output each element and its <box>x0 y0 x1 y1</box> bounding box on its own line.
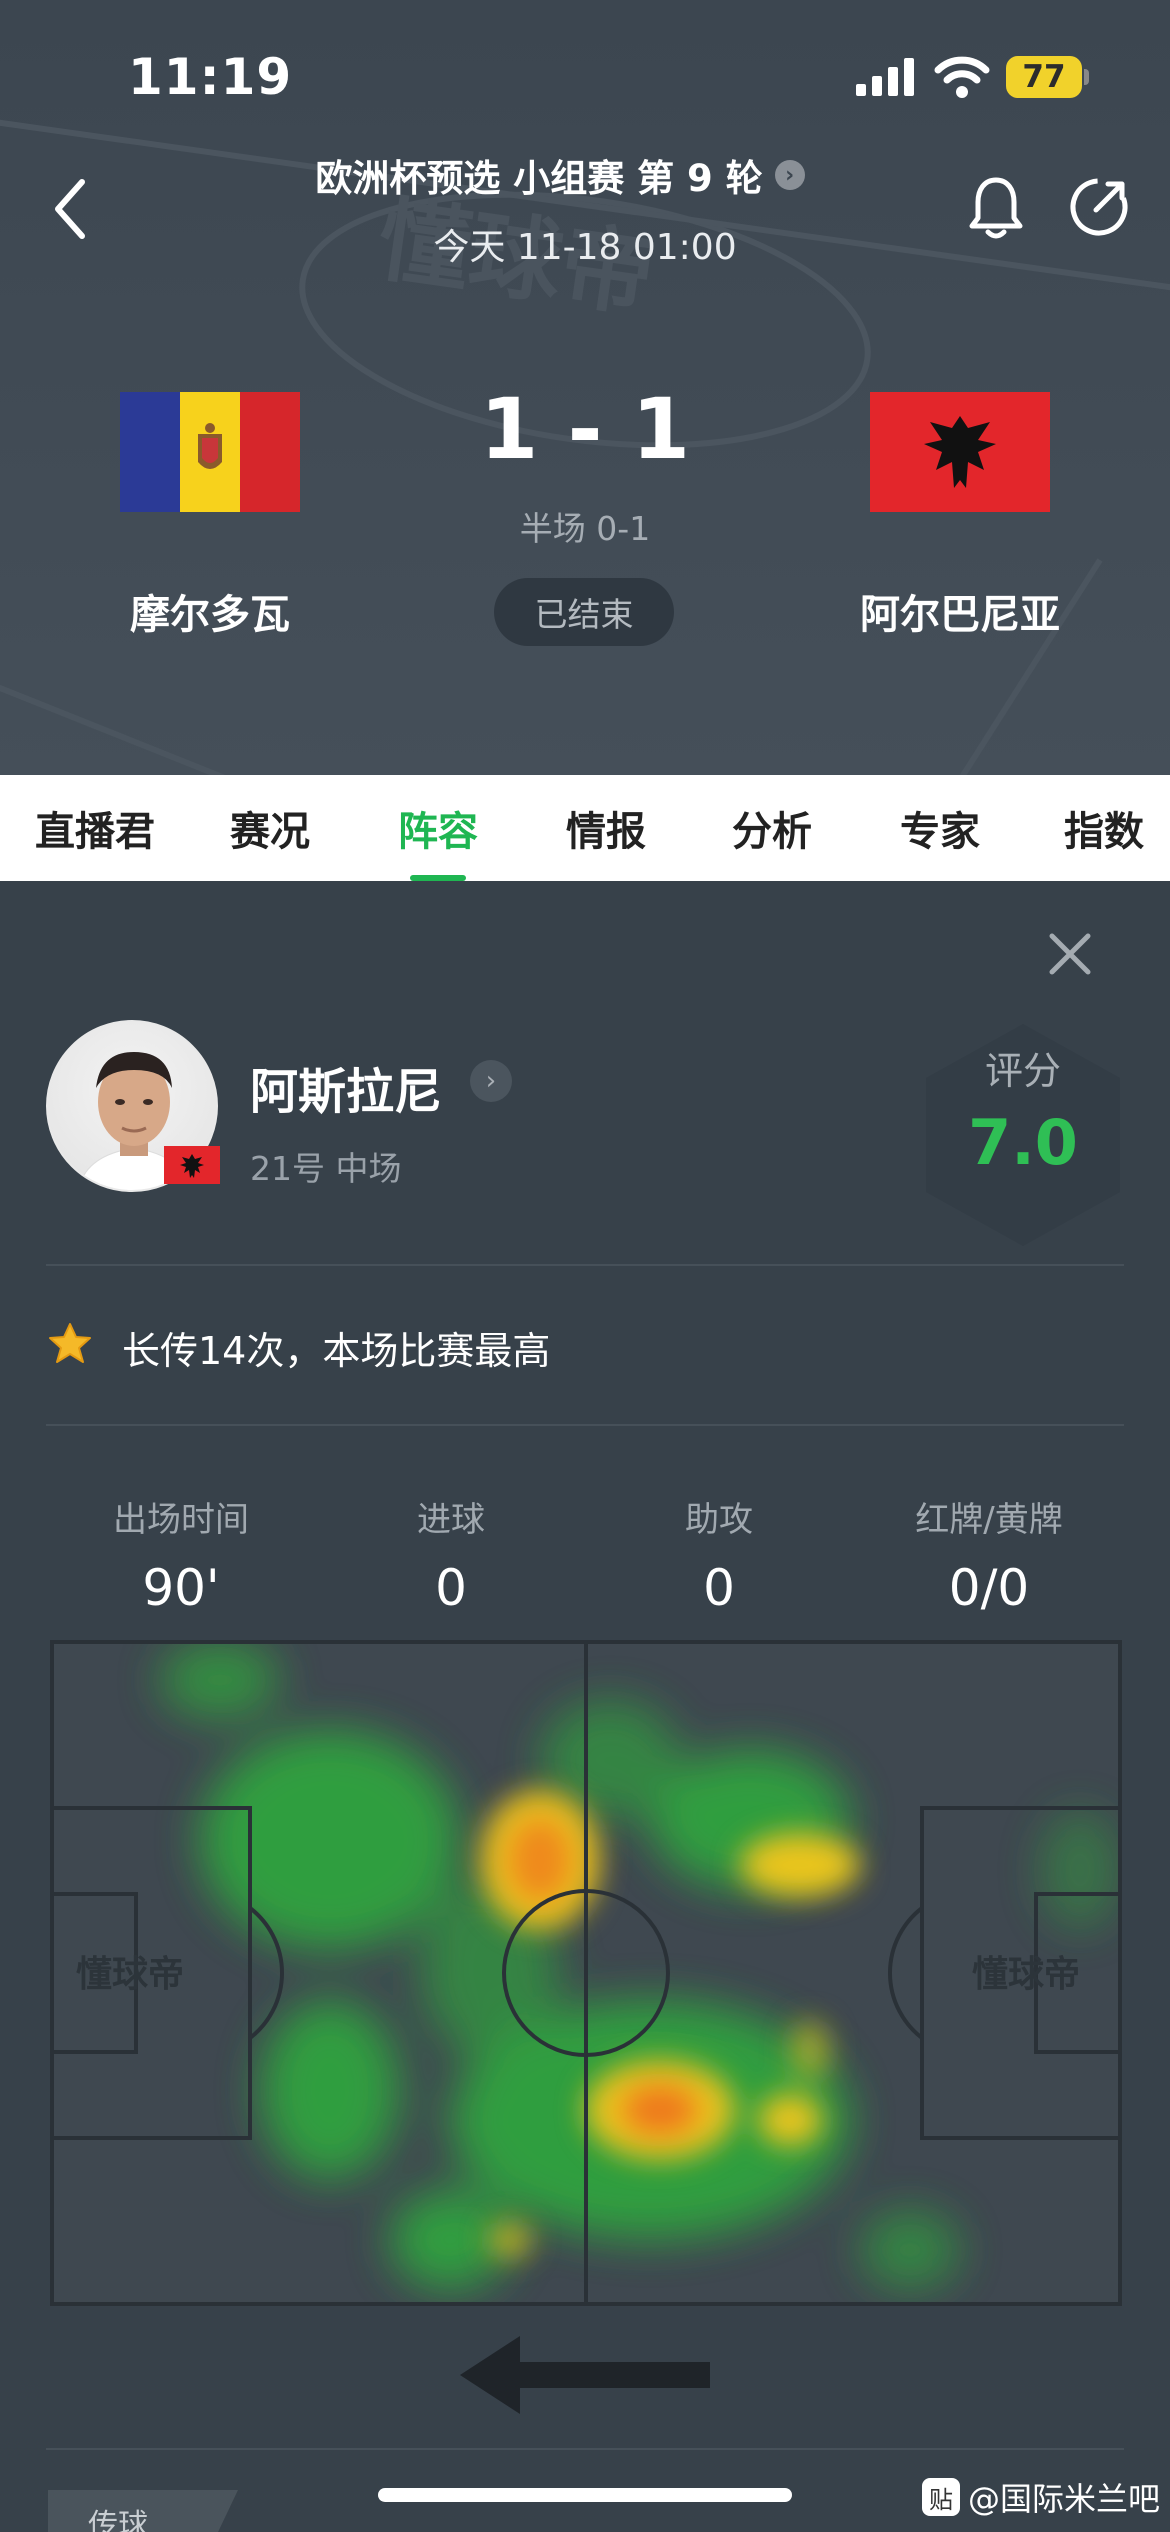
bell-icon[interactable] <box>966 174 1026 240</box>
tab-match-info[interactable]: 赛况 <box>190 775 350 881</box>
match-status-badge: 已结束 <box>494 578 674 646</box>
star-icon <box>49 1323 91 1363</box>
tab-analysis[interactable]: 分析 <box>692 775 852 881</box>
tab-label: 专家 <box>900 809 980 855</box>
watermark-text: @国际米兰吧 <box>968 2480 1161 2518</box>
battery-tip <box>1084 69 1089 85</box>
divider <box>46 1424 1124 1426</box>
tab-label: 阵容 <box>398 809 478 855</box>
stat-goals: 进球 0 <box>316 1492 586 1617</box>
tab-lineup[interactable]: 阵容 <box>358 775 518 881</box>
wifi-icon <box>934 56 990 98</box>
tab-label: 赛况 <box>230 809 310 855</box>
status-time: 11:19 <box>128 48 293 106</box>
away-team-flag[interactable] <box>870 392 1050 512</box>
tab-label: 指数 <box>1064 809 1144 855</box>
player-nation-flag <box>164 1146 220 1184</box>
arrow-left-icon <box>460 2336 710 2414</box>
match-header: 懂球帝 11:19 77 欧洲杯预选 小组赛 第 9 轮 › 今天 11-18 … <box>0 0 1170 775</box>
source-watermark: 贴 @国际米兰吧 <box>922 2474 1160 2520</box>
player-number-position: 21号 中场 <box>250 1149 402 1188</box>
home-team-name[interactable]: 摩尔多瓦 <box>50 582 370 640</box>
tieba-icon: 贴 <box>922 2478 960 2516</box>
tab-experts[interactable]: 专家 <box>860 775 1020 881</box>
chevron-right-icon: › <box>774 160 805 190</box>
section-tag-passing[interactable]: 传球 <box>48 2490 238 2532</box>
tab-odds[interactable]: 指数 <box>1024 775 1170 881</box>
stat-assists: 助攻 0 <box>584 1492 854 1617</box>
chevron-right-icon[interactable]: › <box>470 1060 512 1102</box>
competition-title-text: 欧洲杯预选 小组赛 第 9 轮 <box>315 157 763 200</box>
tab-live[interactable]: 直播君 <box>0 775 190 881</box>
share-icon[interactable] <box>1068 176 1130 238</box>
pitch-watermark-left: 懂球帝 <box>76 1954 184 1995</box>
battery-level: 77 <box>1006 56 1082 98</box>
rating-label: 评分 <box>984 1049 1061 1093</box>
player-name[interactable]: 阿斯拉尼 <box>250 1052 442 1122</box>
home-team-flag[interactable] <box>120 392 300 512</box>
match-datetime: 今天 11-18 01:00 <box>433 227 737 268</box>
pitch-watermark-right: 懂球帝 <box>972 1954 1080 1995</box>
stat-minutes: 出场时间 90' <box>46 1492 316 1617</box>
tab-label: 分析 <box>732 809 812 855</box>
stat-value: 0/0 <box>948 1559 1030 1617</box>
back-icon[interactable] <box>48 176 92 242</box>
divider <box>46 1264 1124 1266</box>
status-bar: 11:19 77 <box>0 0 1170 150</box>
home-indicator[interactable] <box>378 2488 792 2502</box>
signal-icon <box>856 58 914 96</box>
rating-value: 7.0 <box>968 1106 1078 1179</box>
tab-label: 情报 <box>566 809 646 855</box>
stat-label: 红牌/黄牌 <box>915 1500 1063 1540</box>
battery-indicator: 77 <box>1006 56 1089 98</box>
stat-value: 0 <box>703 1559 735 1617</box>
stat-value: 90' <box>142 1559 220 1617</box>
tab-bar: 直播君 赛况 阵容 情报 分析 专家 指数 <box>0 775 1170 881</box>
stat-label: 助攻 <box>685 1500 753 1540</box>
match-score: 1 - 1 <box>479 380 691 478</box>
player-highlight: 长传14次，本场比赛最高 <box>122 1329 551 1373</box>
competition-title[interactable]: 欧洲杯预选 小组赛 第 9 轮 › <box>250 148 870 202</box>
away-team-name[interactable]: 阿尔巴尼亚 <box>800 582 1120 640</box>
stat-label: 进球 <box>417 1500 485 1540</box>
halftime-score: 半场 0-1 <box>519 509 651 548</box>
heatmap-pitch: 懂球帝 懂球帝 <box>50 1640 1122 2306</box>
stat-cards: 红牌/黄牌 0/0 <box>854 1492 1124 1617</box>
divider <box>46 2448 1124 2450</box>
tab-intel[interactable]: 情报 <box>526 775 686 881</box>
tab-label: 直播君 <box>35 809 155 855</box>
close-icon[interactable] <box>1046 930 1094 978</box>
stat-value: 0 <box>435 1559 467 1617</box>
stat-label: 出场时间 <box>113 1500 249 1540</box>
